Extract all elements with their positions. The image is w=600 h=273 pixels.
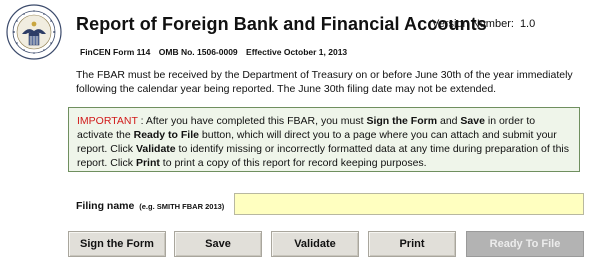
fincen-seal-icon xyxy=(6,4,62,60)
effective-date: Effective October 1, 2013 xyxy=(246,47,348,57)
version-label: Version Number: xyxy=(432,18,514,30)
notice-validate: Validate xyxy=(135,143,176,155)
print-button[interactable]: Print xyxy=(368,231,456,257)
notice-text-6: to print a copy of this report for recor… xyxy=(159,157,427,169)
filing-name-hint: (e.g. SMITH FBAR 2013) xyxy=(139,202,225,211)
version-value: 1.0 xyxy=(519,18,536,30)
intro-text: The FBAR must be received by the Departm… xyxy=(76,69,573,95)
ready-to-file-button[interactable]: Ready To File xyxy=(466,231,584,257)
notice-text-1: : After you have completed this FBAR, yo… xyxy=(137,115,367,127)
form-info: FinCEN Form 114 OMB No. 1506-0009 Effect… xyxy=(80,47,353,57)
filing-name-label: Filing name (e.g. SMITH FBAR 2013) xyxy=(76,200,224,212)
notice-text-2: and xyxy=(437,115,461,127)
omb-number: OMB No. 1506-0009 xyxy=(158,47,238,57)
notice-ready-to-file: Ready to File xyxy=(133,129,199,141)
validate-button[interactable]: Validate xyxy=(271,231,359,257)
version-info: Version Number: 1.0 xyxy=(432,18,535,30)
notice-save: Save xyxy=(460,115,485,127)
important-notice: IMPORTANT : After you have completed thi… xyxy=(68,107,580,172)
page-title: Report of Foreign Bank and Financial Acc… xyxy=(76,14,487,34)
filing-name-text: Filing name xyxy=(76,200,135,212)
sign-the-form-button[interactable]: Sign the Form xyxy=(68,231,166,257)
save-button[interactable]: Save xyxy=(174,231,262,257)
form-number: FinCEN Form 114 xyxy=(80,47,151,57)
notice-sign-the-form: Sign the Form xyxy=(366,115,438,127)
notice-print: Print xyxy=(135,157,160,169)
filing-name-input[interactable] xyxy=(234,193,584,215)
important-label: IMPORTANT xyxy=(77,115,138,127)
